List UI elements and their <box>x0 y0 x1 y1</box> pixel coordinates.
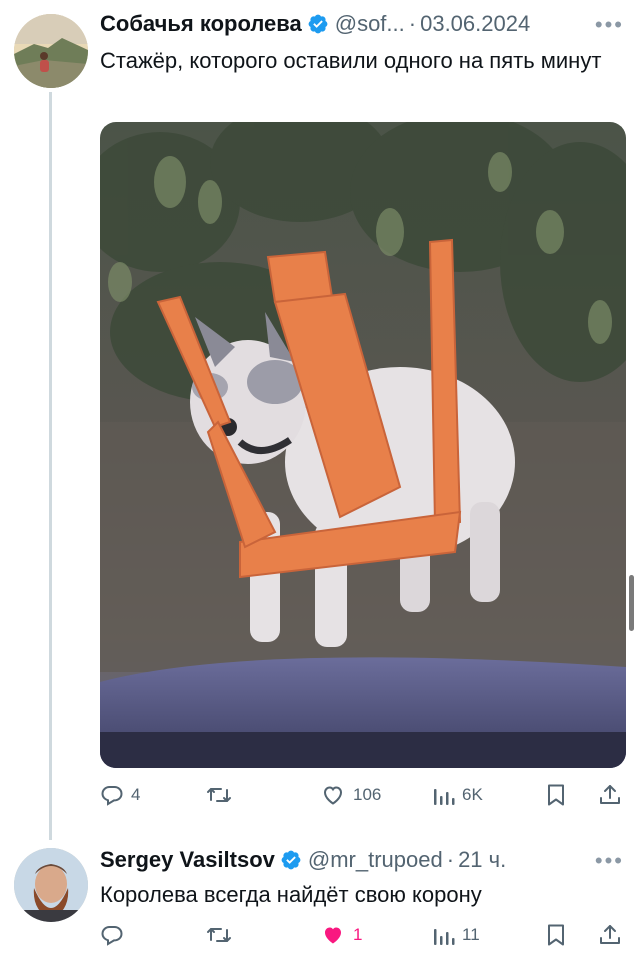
author-name[interactable]: Собачья королева <box>100 11 302 37</box>
views-button[interactable]: 6K <box>433 778 483 812</box>
views-icon <box>433 923 455 947</box>
avatar[interactable] <box>14 848 88 922</box>
views-count: 6K <box>462 785 483 804</box>
timestamp[interactable]: 03.06.2024 <box>420 11 530 37</box>
tweet-1[interactable]: Собачья королева @sof... · 03.06.2024 ••… <box>0 0 640 840</box>
more-icon[interactable]: ••• <box>595 12 624 38</box>
views-button[interactable]: 11 <box>433 918 480 952</box>
tweet-header: Собачья королева @sof... · 03.06.2024 <box>100 8 620 40</box>
bookmark-icon <box>545 923 567 947</box>
scrollbar[interactable] <box>629 575 634 631</box>
separator-dot: · <box>408 11 417 36</box>
retweet-button[interactable] <box>206 918 239 952</box>
views-count: 11 <box>462 925 480 944</box>
reply-button[interactable]: 4 <box>100 778 140 812</box>
avatar[interactable] <box>14 14 88 88</box>
retweet-icon <box>206 783 232 807</box>
like-icon <box>320 923 346 947</box>
like-count: 106 <box>353 785 382 804</box>
verified-icon <box>280 849 302 871</box>
tweet-2[interactable]: Sergey Vasiltsov @mr_trupoed · 21 ч. •••… <box>0 840 640 956</box>
tweet-text: Королева всегда найдёт свою корону <box>100 882 482 907</box>
retweet-button[interactable] <box>206 778 239 812</box>
author-handle[interactable]: @sof... <box>335 11 405 37</box>
like-icon <box>320 783 346 807</box>
retweet-icon <box>206 923 232 947</box>
like-button[interactable]: 1 <box>320 918 362 952</box>
reply-icon <box>100 923 124 947</box>
bookmark-button[interactable] <box>545 778 567 812</box>
reply-icon <box>100 783 124 807</box>
tweet-actions: 1 11 <box>100 918 626 952</box>
share-button[interactable] <box>598 778 622 812</box>
share-icon <box>598 783 622 807</box>
views-icon <box>433 783 455 807</box>
share-button[interactable] <box>598 918 622 952</box>
reply-button[interactable] <box>100 918 131 952</box>
verified-icon <box>307 13 329 35</box>
tweet-header: Sergey Vasiltsov @mr_trupoed · 21 ч. <box>100 844 620 876</box>
like-count: 1 <box>353 925 363 944</box>
author-handle[interactable]: @mr_trupoed <box>308 847 443 873</box>
share-icon <box>598 923 622 947</box>
tweet-text: Стажёр, которого оставили одного на пять… <box>100 48 602 73</box>
author-name[interactable]: Sergey Vasiltsov <box>100 847 275 873</box>
like-button[interactable]: 106 <box>320 778 381 812</box>
separator-dot: · <box>446 847 455 872</box>
bookmark-icon <box>545 783 567 807</box>
reply-count: 4 <box>131 785 141 804</box>
bookmark-button[interactable] <box>545 918 567 952</box>
tweet-actions: 4 106 6K <box>100 778 626 812</box>
tweet-photo[interactable] <box>100 122 626 768</box>
timestamp[interactable]: 21 ч. <box>458 847 506 873</box>
more-icon[interactable]: ••• <box>595 848 624 874</box>
